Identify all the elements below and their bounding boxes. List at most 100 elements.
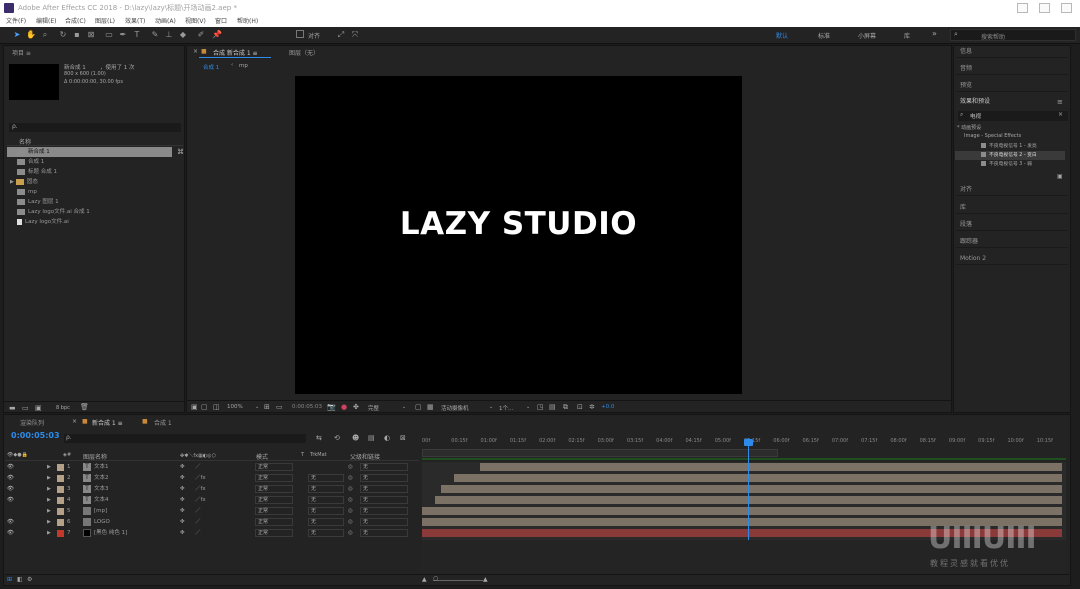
trkmat-dropdown[interactable]: 无 bbox=[308, 485, 344, 493]
menu-file[interactable]: 文件(F) bbox=[6, 16, 26, 27]
layer-name[interactable]: [黑色 纯色 1] bbox=[94, 528, 127, 539]
layer-label-color[interactable] bbox=[57, 508, 64, 515]
eye-icon[interactable]: 👁 bbox=[7, 462, 14, 473]
parent-dropdown[interactable]: 无 bbox=[360, 529, 408, 537]
fast-preview-icon[interactable]: ⊡ bbox=[577, 403, 583, 411]
layer-label-color[interactable] bbox=[57, 486, 64, 493]
trkmat-dropdown[interactable]: 无 bbox=[308, 518, 344, 526]
views-dropdown[interactable]: 1个... bbox=[499, 404, 513, 412]
parent-pickwhip-icon[interactable]: ◎ bbox=[348, 462, 353, 473]
minimize-button[interactable] bbox=[1017, 3, 1028, 13]
quality-switch-icon[interactable]: ／fx bbox=[195, 495, 206, 506]
quality-switch-icon[interactable]: ／ bbox=[195, 506, 201, 517]
lock-icon[interactable]: ■ bbox=[201, 48, 207, 55]
library-panel-tab[interactable]: 库 bbox=[956, 202, 1068, 214]
toggle-pixel-icon[interactable]: ◳ bbox=[537, 403, 544, 411]
new-preset-icon[interactable]: ▣ bbox=[1057, 173, 1063, 180]
parent-dropdown[interactable]: 无 bbox=[360, 485, 408, 493]
channel-icon[interactable]: ● bbox=[341, 403, 347, 411]
parent-dropdown[interactable]: 无 bbox=[360, 496, 408, 504]
quality-switch-icon[interactable]: ／ bbox=[195, 528, 201, 539]
draft-3d-icon[interactable]: ▤ bbox=[549, 403, 556, 411]
menu-help[interactable]: 帮助(H) bbox=[237, 16, 258, 27]
project-item[interactable]: 合成 1 bbox=[7, 157, 183, 167]
eraser-tool-icon[interactable]: ◆ bbox=[178, 30, 188, 40]
menu-view[interactable]: 视图(V) bbox=[185, 16, 206, 27]
workspace-small-screen[interactable]: 小屏幕 bbox=[858, 31, 876, 40]
composition-canvas[interactable]: LAZY STUDIO bbox=[295, 76, 742, 394]
playhead-handle[interactable] bbox=[744, 439, 753, 446]
menu-effect[interactable]: 效果(T) bbox=[125, 16, 145, 27]
parent-dropdown[interactable]: 无 bbox=[360, 507, 408, 515]
comp-mini-flowchart-icon[interactable]: ⇆ bbox=[316, 434, 322, 442]
expand-arrow-icon[interactable]: ▶ bbox=[47, 506, 51, 517]
layer-name[interactable]: [mp] bbox=[94, 506, 107, 517]
flowchart-icon[interactable]: ⌘ bbox=[177, 148, 184, 156]
expand-arrow-icon[interactable]: ▶ bbox=[47, 484, 51, 495]
timeline-close-icon[interactable]: × bbox=[72, 418, 77, 425]
layer-label-color[interactable] bbox=[57, 530, 64, 537]
layer-duration-bar[interactable] bbox=[441, 485, 1062, 493]
layer-row[interactable]: 👁 ▶ 7 [黑色 纯色 1] ✤ ／ 正常 无 ◎ 无 bbox=[5, 528, 423, 539]
layer-row[interactable]: 👁 ▶ 6 LOGO ✤ ／ 正常 无 ◎ 无 bbox=[5, 517, 423, 528]
zoom-slider[interactable] bbox=[433, 580, 483, 581]
layer-name[interactable]: LOGO bbox=[94, 517, 110, 528]
eye-icon[interactable]: 👁 bbox=[7, 473, 14, 484]
mask-icon[interactable]: ▭ bbox=[276, 403, 283, 411]
interpret-footage-icon[interactable]: ▬ bbox=[9, 404, 16, 412]
trkmat-dropdown[interactable]: 无 bbox=[308, 507, 344, 515]
transparency-grid-icon[interactable]: ▦ bbox=[427, 403, 434, 411]
eye-icon[interactable]: 👁 bbox=[7, 484, 14, 495]
parent-pickwhip-icon[interactable]: ◎ bbox=[348, 484, 353, 495]
pan-behind-tool-icon[interactable]: ⊠ bbox=[86, 30, 96, 40]
pen-tool-icon[interactable]: ✒ bbox=[118, 30, 128, 40]
trkmat-dropdown[interactable]: 无 bbox=[308, 496, 344, 504]
timeline-search-input[interactable]: ρ. bbox=[64, 434, 306, 443]
snapshot-icon[interactable]: 📷 bbox=[327, 403, 336, 411]
trkmat-dropdown[interactable]: 无 bbox=[308, 529, 344, 537]
shy-switch-icon[interactable]: ✤ bbox=[180, 462, 185, 473]
snap-extra-icon[interactable]: ⤧ bbox=[350, 30, 360, 40]
align-panel-tab[interactable]: 对齐 bbox=[956, 184, 1068, 196]
workspace-default[interactable]: 默认 bbox=[776, 31, 788, 40]
project-item[interactable]: Lazy logo文件.ai bbox=[7, 217, 183, 227]
selection-tool-icon[interactable]: ➤ bbox=[12, 30, 22, 40]
menu-layer[interactable]: 图层(L) bbox=[95, 16, 115, 27]
shy-switch-icon[interactable]: ✤ bbox=[180, 506, 185, 517]
help-search-input[interactable]: ⌕ 搜索帮助 bbox=[950, 29, 1076, 41]
new-folder-icon[interactable]: ▭ bbox=[22, 404, 29, 412]
menu-window[interactable]: 窗口 bbox=[215, 16, 227, 27]
project-item[interactable]: mp bbox=[7, 187, 183, 197]
project-tab[interactable]: 项目 ≡ bbox=[12, 48, 31, 57]
project-item[interactable]: ▶ 固态 bbox=[7, 177, 183, 187]
mode-dropdown[interactable]: 正常 bbox=[255, 474, 293, 482]
shy-switch-icon[interactable]: ✤ bbox=[180, 473, 185, 484]
menu-composition[interactable]: 合成(C) bbox=[65, 16, 86, 27]
menu-animation[interactable]: 动画(A) bbox=[155, 16, 176, 27]
roto-brush-icon[interactable]: ✐ bbox=[196, 30, 206, 40]
parent-pickwhip-icon[interactable]: ◎ bbox=[348, 495, 353, 506]
timeline-timecode[interactable]: 0:00:05:03 bbox=[11, 431, 60, 440]
brush-tool-icon[interactable]: ✎ bbox=[150, 30, 160, 40]
chevron-down-icon[interactable]: ⌄ bbox=[526, 404, 530, 410]
color-picker-icon[interactable]: ✤ bbox=[353, 403, 359, 411]
shy-switch-icon[interactable]: ✤ bbox=[180, 495, 185, 506]
audio-panel-tab[interactable]: 音频 bbox=[956, 63, 1068, 75]
expand-arrow-icon[interactable]: ▶ bbox=[47, 495, 51, 506]
type-tool-icon[interactable]: T bbox=[132, 30, 142, 40]
quality-dropdown[interactable]: 完整 bbox=[368, 404, 379, 412]
mask-tool-icon[interactable]: ▭ bbox=[104, 30, 114, 40]
toggle-modes-icon[interactable]: ◧ bbox=[17, 576, 23, 583]
parent-pickwhip-icon[interactable]: ◎ bbox=[348, 517, 353, 528]
shy-switch-icon[interactable]: ✤ bbox=[180, 528, 185, 539]
project-search-input[interactable]: ρ. bbox=[9, 123, 181, 132]
project-item[interactable]: 标题 合成 1 bbox=[7, 167, 183, 177]
zoom-in-icon[interactable]: ▲ bbox=[483, 576, 488, 583]
close-button[interactable] bbox=[1061, 3, 1072, 13]
breadcrumb-other[interactable]: mp bbox=[239, 63, 248, 69]
layer-duration-bar[interactable] bbox=[454, 474, 1062, 482]
viewer-close-icon[interactable]: × bbox=[193, 48, 198, 55]
chevron-down-icon[interactable]: ⌄ bbox=[255, 404, 259, 410]
layer-label-color[interactable] bbox=[57, 497, 64, 504]
layer-duration-bar[interactable] bbox=[422, 507, 1062, 515]
